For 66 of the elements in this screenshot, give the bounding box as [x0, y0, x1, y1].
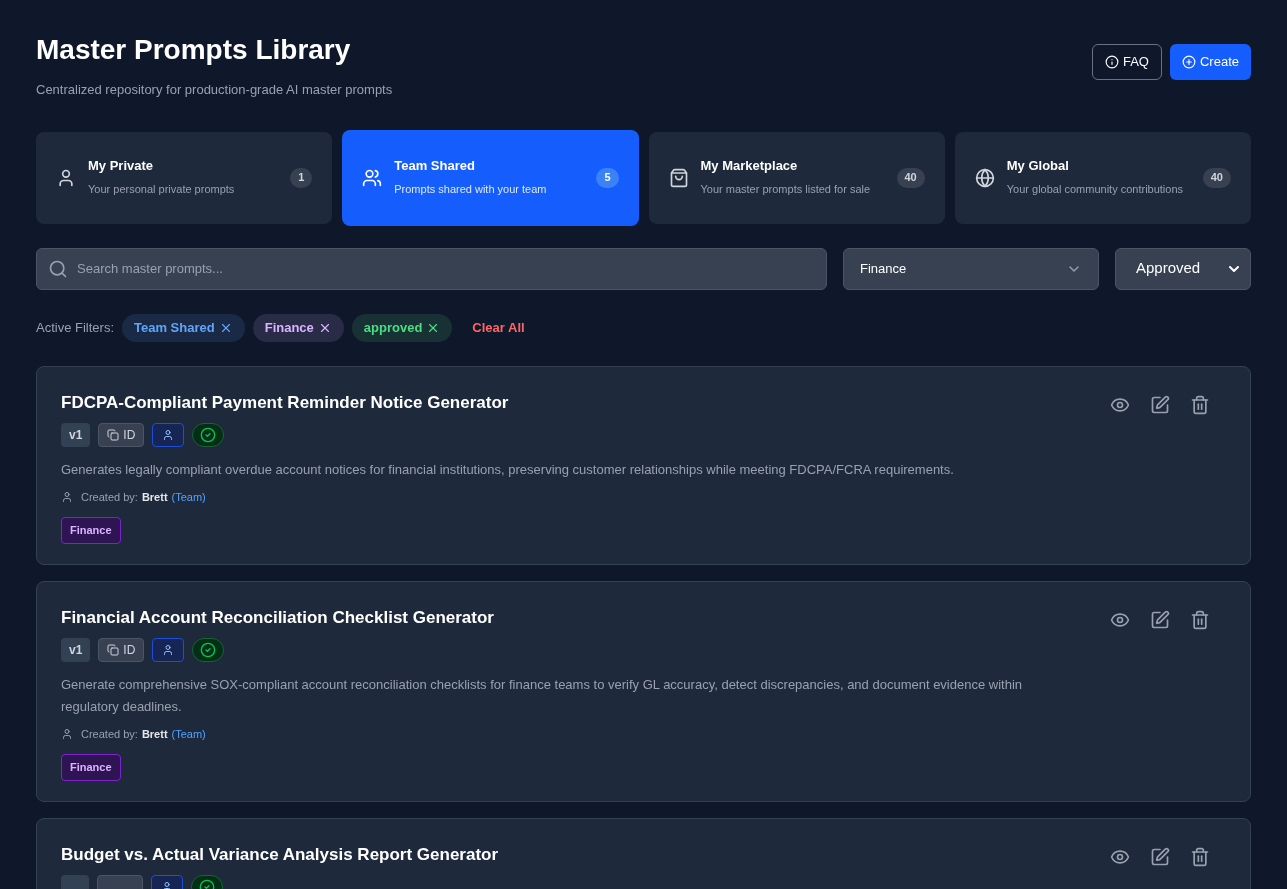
copy-id-button[interactable]: ID	[98, 637, 145, 662]
edit-icon[interactable]	[1150, 394, 1170, 415]
copy-icon	[107, 428, 120, 441]
created-by-label: Created by:	[81, 726, 138, 742]
count-badge: 40	[896, 167, 925, 188]
edit-icon[interactable]	[1150, 609, 1170, 630]
faq-button[interactable]: FAQ	[1091, 44, 1162, 80]
count-badge: 5	[596, 167, 619, 188]
page-subtitle: Centralized repository for production-grade AI master prompts	[36, 81, 393, 99]
prompt-description: Generates legally compliant overdue account notices for financial institutions, preserving customer relationships while meeting FDCPA/FCRA requirements.	[61, 460, 955, 479]
person-icon	[152, 637, 185, 662]
check-icon	[192, 422, 225, 447]
tab-description: Your global community contributions	[1006, 182, 1185, 198]
person-icon	[61, 490, 73, 503]
prompt-description: Generate comprehensive SOX-compliant account reconciliation checklists for finance teams to verify GL accuracy, detect discrepancies, and document evidence within regulatory deadlines.	[61, 675, 1024, 716]
tab-description: Prompts shared with your team	[394, 182, 548, 198]
delete-icon[interactable]	[1190, 609, 1210, 630]
author-name: Brett	[141, 726, 168, 742]
prompt-title: Budget vs. Actual Variance Analysis Report Generator	[61, 843, 500, 866]
category-dropdown[interactable]: Finance	[843, 247, 1099, 290]
delete-icon[interactable]	[1190, 846, 1210, 867]
count-badge: 1	[290, 167, 313, 188]
clear-all-button[interactable]: Clear All	[460, 317, 537, 338]
globe-icon	[974, 167, 995, 188]
copy-icon	[107, 643, 120, 656]
person-icon	[152, 422, 185, 447]
person-icon	[61, 727, 73, 740]
author-scope: (Team)	[171, 726, 206, 742]
category-tag: Finance	[61, 517, 121, 544]
category-tab[interactable]: My Marketplace Your master prompts listed for sale 40	[648, 131, 945, 224]
category-tab[interactable]: My Private Your personal private prompts 1	[36, 131, 333, 224]
version-badge: v1	[61, 637, 91, 662]
plus-icon	[1181, 55, 1196, 69]
author-name: Brett	[141, 489, 168, 505]
check-icon	[192, 637, 225, 662]
copy-id-button[interactable]: ID	[98, 422, 145, 447]
count-badge: 40	[1202, 167, 1231, 188]
bag-icon	[668, 167, 689, 188]
tab-description: Your master prompts listed for sale	[700, 182, 872, 198]
search-field[interactable]: Search master prompts...	[36, 247, 827, 290]
info-icon	[1104, 55, 1119, 69]
prompt-title: FDCPA-Compliant Payment Reminder Notice Generator	[61, 391, 510, 414]
tab-title: My Private	[88, 156, 155, 175]
filter-chip[interactable]: Team Shared	[122, 313, 245, 342]
person-icon	[56, 167, 76, 188]
search-icon	[48, 258, 68, 279]
page-title: Master Prompts Library	[36, 33, 352, 67]
tab-title: My Marketplace	[700, 156, 799, 175]
prompt-title: Financial Account Reconciliation Checklist Generator	[61, 606, 495, 629]
tab-description: Your personal private prompts	[88, 182, 236, 198]
category-tab[interactable]: Team Shared Prompts shared with your team 5	[342, 129, 639, 226]
author-scope: (Team)	[171, 489, 206, 505]
version-badge: v1	[61, 422, 91, 447]
active-filters-label: Active Filters:	[36, 318, 114, 337]
category-tag: Finance	[61, 754, 121, 781]
filter-chip[interactable]: Finance	[252, 313, 344, 342]
people-icon	[362, 167, 383, 188]
category-tab[interactable]: My Global Your global community contributions 40	[954, 131, 1251, 224]
edit-icon[interactable]	[1150, 846, 1170, 867]
tab-title: Team Shared	[394, 156, 476, 175]
status-dropdown[interactable]: Approved	[1115, 247, 1251, 290]
filter-chip[interactable]: approved	[351, 313, 453, 342]
delete-icon[interactable]	[1190, 394, 1210, 415]
tab-title: My Global	[1006, 156, 1070, 175]
created-by-label: Created by:	[81, 489, 138, 505]
create-button[interactable]: Create	[1169, 44, 1251, 80]
